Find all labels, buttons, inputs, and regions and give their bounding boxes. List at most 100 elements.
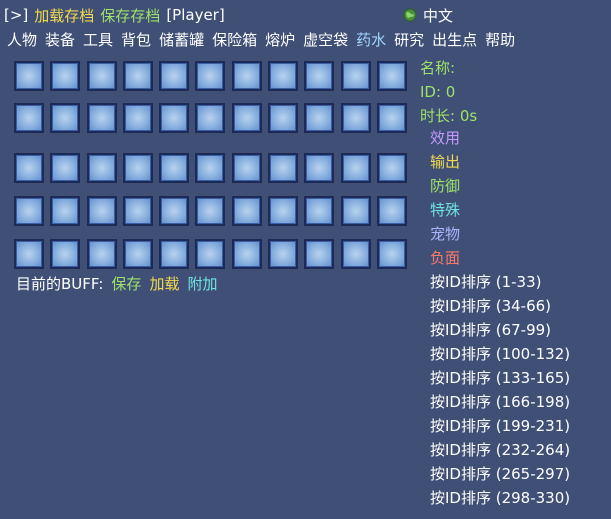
buff-slot[interactable] [340, 196, 371, 226]
buff-slot[interactable] [86, 103, 117, 133]
buff-slot[interactable] [122, 153, 153, 183]
buff-slot[interactable] [86, 153, 117, 183]
buff-slot[interactable] [304, 239, 335, 269]
menu-item-8[interactable]: 药水 [356, 29, 386, 50]
menu-item-6[interactable]: 熔炉 [265, 29, 295, 50]
globe-icon [403, 8, 417, 22]
category-item[interactable]: 防御 [430, 174, 460, 198]
buff-slot[interactable] [376, 153, 407, 183]
buff-slot[interactable] [195, 103, 226, 133]
menu-item-4[interactable]: 储蓄罐 [159, 29, 204, 50]
buff-slot[interactable] [50, 61, 81, 91]
sort-by-id-item[interactable]: 按ID排序 (298-330) [430, 486, 570, 510]
buff-slot[interactable] [195, 61, 226, 91]
sort-by-id-item[interactable]: 按ID排序 (67-99) [430, 318, 570, 342]
toggle-button[interactable]: [>] [4, 6, 28, 24]
sort-by-id-item[interactable]: 按ID排序 (199-231) [430, 414, 570, 438]
buff-slot[interactable] [14, 103, 44, 133]
buff-slot[interactable] [50, 239, 81, 269]
buff-slot[interactable] [159, 153, 190, 183]
buff-slot[interactable] [231, 153, 262, 183]
load-save-button[interactable]: 加载存档 [34, 5, 94, 26]
buff-slot[interactable] [268, 153, 299, 183]
buff-slot[interactable] [268, 239, 299, 269]
buff-slot[interactable] [268, 196, 299, 226]
current-buff-bar: 目前的BUFF: 保存 加载 附加 [16, 272, 225, 294]
buff-slot[interactable] [231, 239, 262, 269]
menu-item-2[interactable]: 工具 [83, 29, 113, 50]
buff-slot[interactable] [159, 196, 190, 226]
buff-slot[interactable] [86, 239, 117, 269]
menu-item-5[interactable]: 保险箱 [212, 29, 257, 50]
buff-slot[interactable] [50, 196, 81, 226]
buff-slot[interactable] [231, 61, 262, 91]
buff-slot[interactable] [14, 61, 44, 91]
buff-slot[interactable] [304, 61, 335, 91]
buff-slot[interactable] [304, 103, 335, 133]
menu-item-9[interactable]: 研究 [394, 29, 424, 50]
buff-slot[interactable] [14, 196, 44, 226]
category-item[interactable]: 效用 [430, 126, 460, 150]
buff-slot[interactable] [122, 103, 153, 133]
buff-slot[interactable] [14, 239, 44, 269]
buff-slot[interactable] [231, 196, 262, 226]
buff-slot[interactable] [340, 239, 371, 269]
buff-slot[interactable] [376, 61, 407, 91]
buff-slot[interactable] [376, 239, 407, 269]
buff-slot[interactable] [340, 103, 371, 133]
buff-append-button[interactable]: 附加 [187, 273, 217, 294]
buff-slot[interactable] [340, 61, 371, 91]
buff-slot[interactable] [376, 196, 407, 226]
buff-slot[interactable] [50, 153, 81, 183]
category-item[interactable]: 特殊 [430, 198, 460, 222]
sort-by-id-item[interactable]: 按ID排序 (34-66) [430, 294, 570, 318]
menu-item-7[interactable]: 虚空袋 [303, 29, 348, 50]
buff-slot-row [14, 153, 413, 185]
category-item[interactable]: 负面 [430, 246, 460, 270]
language-selector[interactable]: 中文 [403, 4, 453, 26]
top-bar: [>] 加载存档 保存存档 [Player] [4, 4, 608, 26]
buff-slot[interactable] [268, 61, 299, 91]
buff-slot[interactable] [304, 196, 335, 226]
buff-slot[interactable] [340, 153, 371, 183]
buff-slot[interactable] [195, 196, 226, 226]
sort-by-id-item[interactable]: 按ID排序 (265-297) [430, 462, 570, 486]
menu-item-0[interactable]: 人物 [7, 29, 37, 50]
buff-slot[interactable] [159, 103, 190, 133]
buff-info-panel: 名称: ID: 0 时长: 0s [420, 56, 610, 128]
buff-slot[interactable] [14, 153, 44, 183]
menu-bar: 人物 装备 工具 背包 储蓄罐 保险箱 熔炉 虚空袋 药水 研究 出生点 帮助 [7, 28, 523, 50]
buff-slot[interactable] [159, 239, 190, 269]
buff-slot[interactable] [86, 196, 117, 226]
buff-slot[interactable] [122, 196, 153, 226]
buff-load-button[interactable]: 加载 [149, 273, 179, 294]
buff-slot-row [14, 103, 413, 135]
menu-item-11[interactable]: 帮助 [485, 29, 515, 50]
buff-slot[interactable] [122, 61, 153, 91]
sort-by-id-item[interactable]: 按ID排序 (232-264) [430, 438, 570, 462]
sort-by-id-item[interactable]: 按ID排序 (133-165) [430, 366, 570, 390]
buff-slot[interactable] [195, 153, 226, 183]
buff-slot[interactable] [195, 239, 226, 269]
buff-slot[interactable] [122, 239, 153, 269]
menu-item-10[interactable]: 出生点 [432, 29, 477, 50]
category-list: 效用 输出 防御 特殊 宠物 负面 [430, 126, 460, 270]
buff-slot[interactable] [86, 61, 117, 91]
buff-id-label: ID: 0 [420, 83, 456, 101]
buff-slot[interactable] [304, 153, 335, 183]
sort-by-id-item[interactable]: 按ID排序 (100-132) [430, 342, 570, 366]
sort-by-id-item[interactable]: 按ID排序 (166-198) [430, 390, 570, 414]
buff-slot[interactable] [50, 103, 81, 133]
buff-slot[interactable] [159, 61, 190, 91]
buff-slot[interactable] [268, 103, 299, 133]
buff-duration-label: 时长: 0s [420, 107, 478, 125]
menu-item-3[interactable]: 背包 [121, 29, 151, 50]
buff-slot[interactable] [376, 103, 407, 133]
buff-slot[interactable] [231, 103, 262, 133]
category-item[interactable]: 输出 [430, 150, 460, 174]
buff-save-button[interactable]: 保存 [111, 273, 141, 294]
category-item[interactable]: 宠物 [430, 222, 460, 246]
sort-by-id-item[interactable]: 按ID排序 (1-33) [430, 270, 570, 294]
menu-item-1[interactable]: 装备 [45, 29, 75, 50]
save-save-button[interactable]: 保存存档 [100, 5, 160, 26]
